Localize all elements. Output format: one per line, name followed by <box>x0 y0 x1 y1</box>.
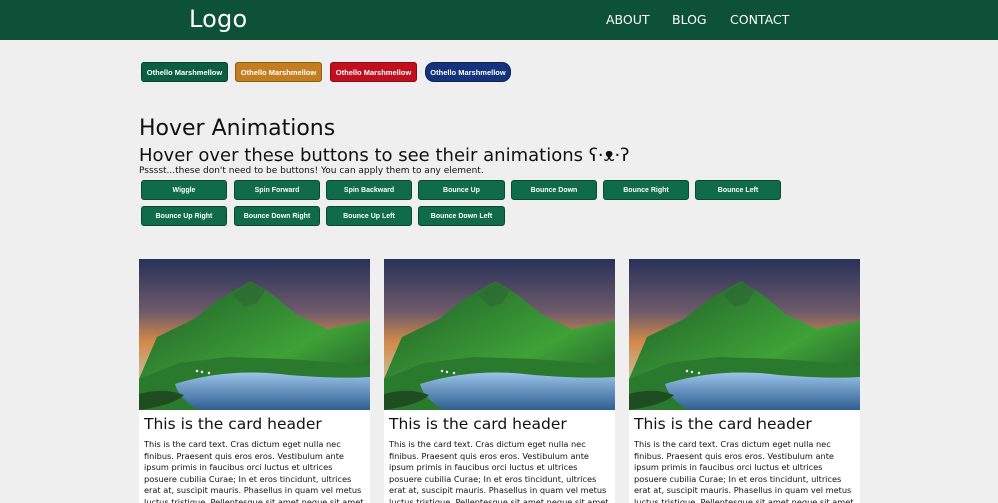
card-text: This is the card text. Cras dictum eget … <box>389 439 609 503</box>
bounce-left-button[interactable]: Bounce Left <box>695 180 781 200</box>
hover-subtitle: Hover over these buttons to see their an… <box>139 145 630 166</box>
bounce-down-left-button[interactable]: Bounce Down Left <box>418 206 505 226</box>
othello-button-blue[interactable]: Othello Marshmellow <box>425 62 511 82</box>
card-header: This is the card header <box>389 415 567 433</box>
bounce-up-left-button[interactable]: Bounce Up Left <box>326 206 412 226</box>
nav-link-about[interactable]: ABOUT <box>606 12 650 27</box>
othello-button-red[interactable]: Othello Marshmellow <box>330 62 417 82</box>
spin-backward-button[interactable]: Spin Backward <box>326 180 412 200</box>
card-header: This is the card header <box>634 415 812 433</box>
wiggle-button[interactable]: Wiggle <box>141 180 227 200</box>
card-1: This is the card header This is the card… <box>139 259 370 503</box>
bounce-down-right-button[interactable]: Bounce Down Right <box>234 206 320 226</box>
nav-link-blog[interactable]: BLOG <box>672 12 707 27</box>
navbar: Logo ABOUT BLOG CONTACT <box>0 0 998 40</box>
card-3: This is the card header This is the card… <box>629 259 860 503</box>
card-image <box>629 259 860 410</box>
nav-link-contact[interactable]: CONTACT <box>730 12 789 27</box>
card-image <box>139 259 370 410</box>
bounce-down-button[interactable]: Bounce Down <box>511 180 597 200</box>
card-text: This is the card text. Cras dictum eget … <box>144 439 364 503</box>
card-image <box>384 259 615 410</box>
nav-links: ABOUT BLOG CONTACT <box>0 12 998 32</box>
othello-button-green[interactable]: Othello Marshmellow <box>141 62 228 82</box>
card-header: This is the card header <box>144 415 322 433</box>
bounce-up-button[interactable]: Bounce Up <box>418 180 505 200</box>
card-2: This is the card header This is the card… <box>384 259 615 503</box>
othello-button-orange[interactable]: Othello Marshmellow <box>235 62 322 82</box>
card-text: This is the card text. Cras dictum eget … <box>634 439 854 503</box>
spin-forward-button[interactable]: Spin Forward <box>234 180 320 200</box>
bounce-right-button[interactable]: Bounce Right <box>603 180 689 200</box>
hover-note: Psssst...these don't need to be buttons!… <box>139 166 484 176</box>
bounce-up-right-button[interactable]: Bounce Up Right <box>141 206 227 226</box>
hover-title: Hover Animations <box>139 116 336 141</box>
